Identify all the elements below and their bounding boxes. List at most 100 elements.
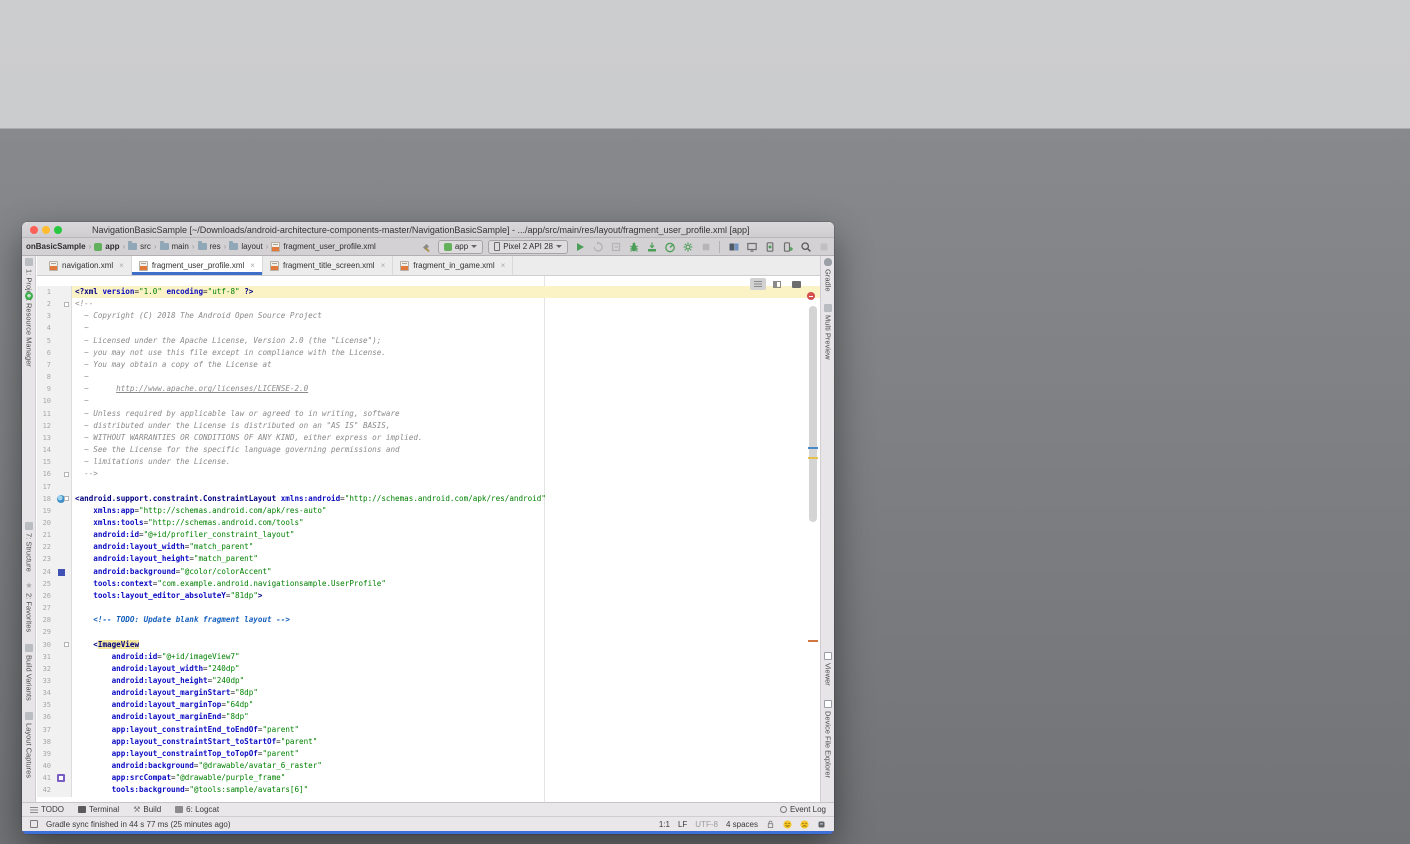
code-text[interactable]: android:layout_marginTop="64dp" [72,699,820,711]
breadcrumb-item-layout[interactable]: layout [229,241,263,251]
code-line-3[interactable]: 3 ~ Copyright (C) 2018 The Android Open … [37,310,820,323]
code-text[interactable]: ~ [72,322,820,334]
code-line-29[interactable]: 29 [37,626,820,639]
code-text[interactable]: ~ http://www.apache.org/licenses/LICENSE… [72,383,820,395]
code-line-19[interactable]: 19 xmlns:app="http://schemas.android.com… [37,504,820,517]
stop-icon[interactable] [699,240,712,253]
code-text[interactable]: ~ Copyright (C) 2018 The Android Open So… [72,310,820,322]
code-text[interactable] [72,602,820,614]
code-line-39[interactable]: 39 app:layout_constraintTop_toTopOf="par… [37,747,820,761]
tool-strip-button-device-file-explorer[interactable]: Device File Explorer [821,700,834,804]
layout-validation-icon[interactable] [745,240,758,253]
code-text[interactable]: <?xml version="1.0" encoding="utf-8" ?> [72,286,820,299]
tool-strip-button-favorites[interactable]: ★ 2: Favorites [22,582,36,640]
code-line-7[interactable]: 7 ~ You may obtain a copy of the License… [37,358,820,372]
code-line-26[interactable]: 26 tools:layout_editor_absoluteY="81dp"> [37,589,820,603]
editor-tab-navigation-xml[interactable]: navigation.xml × [42,256,132,275]
breadcrumb-item-fragment-user-profile-xml[interactable]: fragment_user_profile.xml [271,241,376,252]
fold-marker[interactable] [64,642,69,648]
zoom-window-button[interactable] [54,226,62,234]
breadcrumb-item-res[interactable]: res [197,241,221,251]
lock-icon[interactable] [766,820,775,829]
code-view-button[interactable] [750,278,766,290]
code-text[interactable]: android:id="@+id/imageView7" [72,651,820,663]
breadcrumb-item-app[interactable]: app [94,242,119,251]
code-text[interactable]: xmlns:app="http://schemas.android.com/ap… [72,505,820,517]
run-icon[interactable] [573,240,586,253]
code-line-40[interactable]: 40 android:background="@drawable/avatar_… [37,760,820,773]
tool-strip-button-layout-captures[interactable]: Layout Captures [22,712,36,792]
code-line-14[interactable]: 14 ~ See the License for the specific la… [37,444,820,457]
code-text[interactable]: android:background="@color/colorAccent" [72,566,820,578]
code-line-23[interactable]: 23 android:layout_height="match_parent" [37,553,820,566]
error-stripe-indicator[interactable] [807,292,815,300]
fold-marker[interactable] [64,301,69,307]
code-text[interactable]: --> [72,468,820,480]
code-line-13[interactable]: 13 ~ WITHOUT WARRANTIES OR CONDITIONS OF… [37,431,820,445]
device-select[interactable]: Pixel 2 API 28 [488,239,568,254]
code-line-25[interactable]: 25 tools:context="com.example.android.na… [37,577,820,590]
code-line-31[interactable]: 31 android:id="@+id/imageView7" [37,650,820,663]
code-text[interactable]: app:srcCompat="@drawable/purple_frame" [72,772,820,784]
code-text[interactable]: ~ WITHOUT WARRANTIES OR CONDITIONS OF AN… [72,432,820,444]
code-text[interactable]: ~ [72,371,820,383]
code-text[interactable]: tools:layout_editor_absoluteY="81dp"> [72,590,820,602]
code-text[interactable]: <!-- [72,298,820,310]
code-text[interactable]: <ImageView [72,639,820,651]
code-text[interactable]: android:layout_width="match_parent" [72,541,820,553]
code-text[interactable]: ~ Licensed under the Apache License, Ver… [72,335,820,347]
editor-tab-fragment_in_game-xml[interactable]: fragment_in_game.xml × [393,256,514,275]
code-line-2[interactable]: 2 <!-- [37,298,820,311]
debug-icon[interactable] [627,240,640,253]
run-configuration-select[interactable]: app [437,239,484,254]
code-text[interactable]: ~ [72,395,820,407]
tab-close-icon[interactable]: × [119,261,124,270]
code-line-10[interactable]: 10 ~ [37,395,820,408]
code-text[interactable] [72,626,820,638]
project-structure-icon[interactable] [817,240,830,253]
code-text[interactable]: ~ limitations under the License. [72,456,820,468]
event-log-button[interactable]: Event Log [779,805,826,814]
code-line-20[interactable]: 20 xmlns:tools="http://schemas.android.c… [37,516,820,530]
code-text[interactable]: app:layout_constraintTop_toTopOf="parent… [72,748,820,760]
search-everywhere-icon[interactable] [799,240,812,253]
design-view-button[interactable] [788,278,804,290]
hammer-icon[interactable] [420,240,433,253]
code-line-9[interactable]: 9 ~ http://www.apache.org/licenses/LICEN… [37,383,820,396]
code-text[interactable]: tools:context="com.example.android.navig… [72,578,820,590]
code-line-24[interactable]: 24 android:background="@color/colorAccen… [37,565,820,578]
line-separator-widget[interactable]: LF [678,820,687,829]
code-text[interactable]: xmlns:tools="http://schemas.android.com/… [72,517,820,529]
avd-manager-icon[interactable] [763,240,776,253]
code-text[interactable]: ~ See the License for the specific langu… [72,444,820,456]
code-line-8[interactable]: 8 ~ [37,371,820,384]
editor-scrollbar[interactable] [809,306,817,522]
tool-window-switcher-icon[interactable] [30,820,38,828]
code-text[interactable]: android:layout_marginEnd="8dp" [72,711,820,723]
code-text[interactable]: android:layout_height="match_parent" [72,553,820,565]
inspections-hector-icon[interactable] [817,820,826,829]
code-line-18[interactable]: 18 <android.support.constraint.Constraint… [37,492,820,505]
code-line-38[interactable]: 38 app:layout_constraintStart_toStartOf=… [37,735,820,748]
attach-debugger-to-process-icon[interactable] [781,240,794,253]
minimize-window-button[interactable] [42,226,50,234]
fold-marker[interactable] [64,496,69,502]
code-line-32[interactable]: 32 android:layout_width="240dp" [37,662,820,675]
stripe-mark-info[interactable] [808,447,818,449]
tool-strip-button-build-variants[interactable]: Build Variants [22,644,36,712]
code-text[interactable] [72,481,820,493]
code-line-5[interactable]: 5 ~ Licensed under the Apache License, V… [37,334,820,347]
editor-tab-fragment_title_screen-xml[interactable]: fragment_title_screen.xml × [263,256,394,275]
tool-strip-button-multi-preview[interactable]: Multi Preview [821,304,834,382]
code-line-41[interactable]: 41 app:srcCompat="@drawable/purple_frame… [37,772,820,785]
stripe-mark-warning-2[interactable] [808,640,818,642]
close-window-button[interactable] [30,226,38,234]
apply-changes-icon[interactable] [591,240,604,253]
code-line-15[interactable]: 15 ~ limitations under the License. [37,456,820,469]
caret-position-widget[interactable]: 1:1 [659,820,670,829]
breadcrumb-item-main[interactable]: main [159,241,189,251]
code-text[interactable]: app:layout_constraintEnd_toEndOf="parent… [72,724,820,736]
code-line-22[interactable]: 22 android:layout_width="match_parent" [37,541,820,554]
code-text[interactable]: ~ You may obtain a copy of the License a… [72,359,820,371]
tool-strip-button-structure[interactable]: 7: Structure [22,522,36,578]
